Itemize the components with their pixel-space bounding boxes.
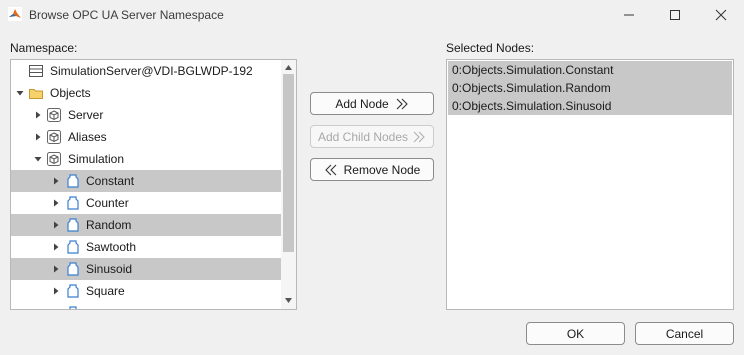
add-child-nodes-label: Add Child Nodes [317, 129, 409, 144]
matlab-logo-icon [8, 7, 22, 21]
selected-nodes-label: Selected Nodes: [446, 41, 535, 55]
remove-node-label: Remove Node [343, 162, 421, 177]
chevron-right-icon[interactable] [51, 198, 61, 208]
remove-node-button[interactable]: Remove Node [310, 158, 434, 181]
maximize-icon [670, 10, 680, 20]
variable-tag-icon [67, 240, 79, 254]
maximize-button[interactable] [652, 0, 698, 30]
server-icon [29, 65, 43, 77]
tree-item-label: Sinusoid [86, 262, 133, 276]
add-node-button[interactable]: Add Node [310, 92, 434, 115]
chevron-down-icon[interactable] [33, 154, 43, 164]
tree-item-constant[interactable]: Constant [11, 170, 281, 192]
tree-item-sawtooth[interactable]: Sawtooth [11, 236, 281, 258]
double-chevron-left-icon [324, 164, 337, 175]
cancel-label: Cancel [665, 326, 704, 341]
tree-item-server[interactable]: Server [11, 104, 281, 126]
tree-item-label: Objects [50, 86, 91, 100]
tree-item-label: Sawtooth [86, 240, 137, 254]
namespace-label: Namespace: [10, 41, 78, 55]
tree-item-label: Counter [86, 196, 129, 210]
chevron-right-icon[interactable] [51, 286, 61, 296]
add-node-label: Add Node [335, 96, 389, 111]
chevron-right-icon[interactable] [51, 264, 61, 274]
chevron-right-icon[interactable] [51, 242, 61, 252]
chevron-right-icon[interactable] [33, 132, 43, 142]
chevron-down-icon[interactable] [15, 88, 25, 98]
tree-item-label: Aliases [68, 130, 107, 144]
tree-item-label: Simulation [68, 152, 125, 166]
tree-item-sinusoid[interactable]: Sinusoid [11, 258, 281, 280]
variable-tag-icon [67, 218, 79, 232]
ok-button[interactable]: OK [526, 322, 625, 345]
variable-tag-icon [67, 262, 79, 276]
double-chevron-right-icon [413, 131, 425, 142]
close-button[interactable] [698, 0, 744, 30]
scrollbar-thumb[interactable] [283, 74, 294, 252]
tree-item-label: SimulationServer@VDI-BGLWDP-192 [50, 64, 253, 78]
object-cube-icon [47, 152, 61, 166]
close-icon [715, 9, 727, 21]
tree-item-counter[interactable]: Counter [11, 192, 281, 214]
tree-scrollbar[interactable] [281, 60, 296, 309]
minimize-icon [624, 14, 634, 16]
tree-item-simulation[interactable]: Simulation [11, 148, 281, 170]
tree-item-objects[interactable]: Objects [11, 82, 281, 104]
tree-item-label: Square [86, 284, 125, 298]
add-child-nodes-button[interactable]: Add Child Nodes [310, 125, 434, 148]
scroll-down-icon[interactable] [285, 298, 292, 303]
list-item[interactable]: 0:Objects.Simulation.Random [448, 79, 732, 97]
variable-tag-icon [67, 196, 79, 210]
ok-label: OK [566, 326, 585, 341]
object-cube-icon [47, 130, 61, 144]
tree-item-random[interactable]: Random [11, 214, 281, 236]
tree-item-label: Random [86, 218, 132, 232]
cancel-button[interactable]: Cancel [635, 322, 734, 345]
chevron-right-icon[interactable] [51, 176, 61, 186]
list-item[interactable]: 0:Objects.Simulation.Constant [448, 61, 732, 79]
tree-item-square[interactable]: Square [11, 280, 281, 302]
namespace-tree[interactable]: SimulationServer@VDI-BGLWDP-192 Objects … [10, 59, 297, 310]
object-cube-icon [47, 108, 61, 122]
tree-item-label: Constant [86, 174, 135, 188]
variable-tag-icon [69, 306, 77, 309]
tree-item-label: Server [68, 108, 104, 122]
scroll-up-icon[interactable] [285, 65, 292, 70]
variable-tag-icon [67, 284, 79, 298]
window-title: Browse OPC UA Server Namespace [29, 8, 224, 22]
title-bar: Browse OPC UA Server Namespace [0, 0, 744, 30]
variable-tag-icon [67, 174, 79, 188]
selected-nodes-list[interactable]: 0:Objects.Simulation.Constant 0:Objects.… [446, 59, 734, 310]
tree-item-server-root[interactable]: SimulationServer@VDI-BGLWDP-192 [11, 60, 281, 82]
chevron-right-icon[interactable] [33, 110, 43, 120]
list-item[interactable]: 0:Objects.Simulation.Sinusoid [448, 97, 732, 115]
double-chevron-right-icon [396, 98, 408, 109]
folder-icon [29, 89, 43, 99]
tree-item-aliases[interactable]: Aliases [11, 126, 281, 148]
tree-item-partial[interactable] [11, 302, 281, 309]
minimize-button[interactable] [606, 0, 652, 30]
chevron-right-icon[interactable] [51, 220, 61, 230]
